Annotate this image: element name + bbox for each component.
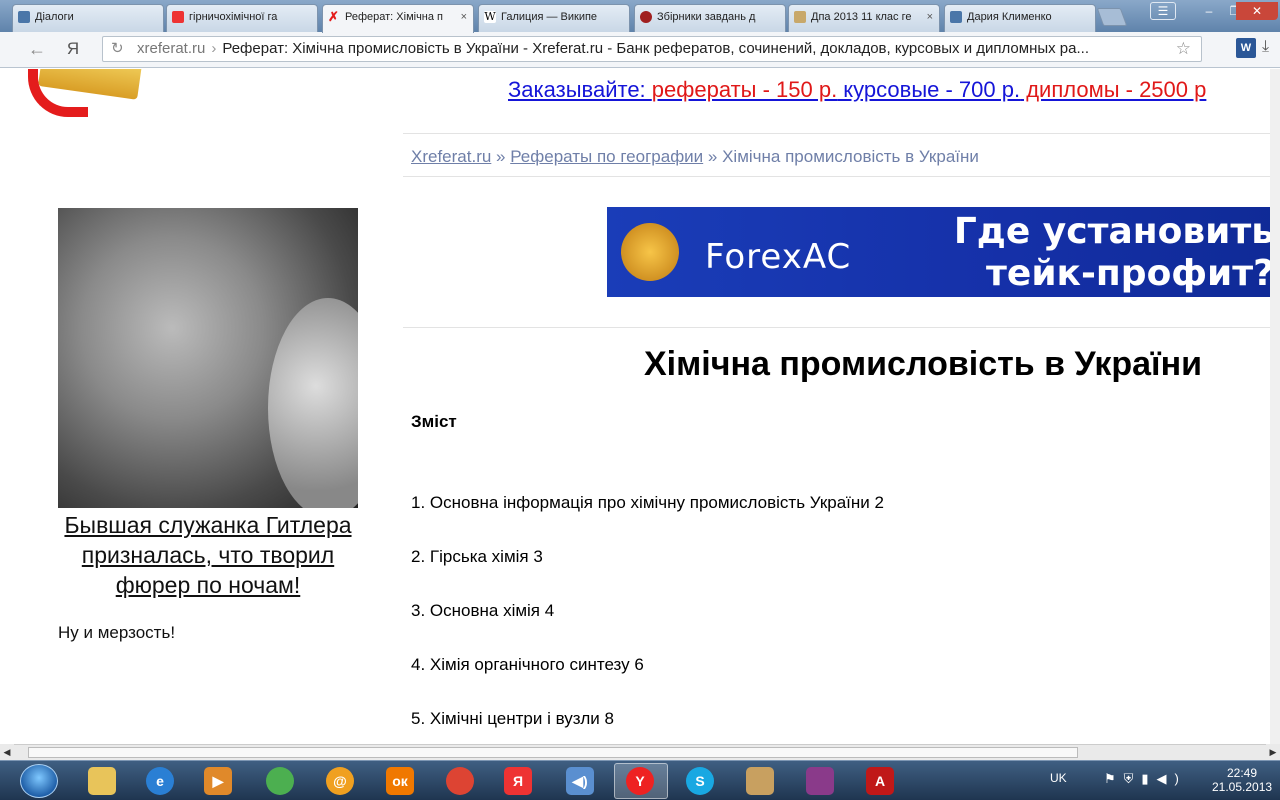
toc-heading: Зміст bbox=[411, 412, 457, 431]
minimize-button[interactable]: – bbox=[1196, 2, 1222, 20]
breadcrumb-current: Хімічна промисловість в України bbox=[722, 147, 979, 166]
forex-banner-ad[interactable]: ForexAC Где установить тейк-профит? bbox=[607, 207, 1280, 297]
skype-icon[interactable]: S bbox=[686, 767, 714, 795]
close-tab-icon[interactable]: × bbox=[927, 5, 933, 29]
toc-item: 3. Основна хімія 4 bbox=[411, 601, 555, 620]
yandex-home-icon[interactable]: Я bbox=[62, 38, 84, 60]
music-app-icon[interactable] bbox=[266, 767, 294, 795]
address-title: Реферат: Хімічна промисловість в України… bbox=[222, 40, 1089, 57]
tab-dialogs[interactable]: Діалоги bbox=[12, 4, 164, 32]
yandex-icon bbox=[172, 11, 184, 23]
toc-item: 5. Хімічні центри і вузли 8 bbox=[411, 709, 614, 728]
tab-zbirnyky[interactable]: Збірники завдань д bbox=[634, 4, 786, 32]
eagle-shield-icon bbox=[621, 223, 679, 281]
winrar-icon[interactable] bbox=[806, 767, 834, 795]
acrobat-icon[interactable]: A bbox=[866, 767, 894, 795]
start-button[interactable] bbox=[20, 764, 58, 798]
internet-explorer-icon[interactable]: e bbox=[146, 767, 174, 795]
site-icon bbox=[640, 11, 652, 23]
toc-item: 4. Хімія органічного синтезу 6 bbox=[411, 655, 644, 674]
promo-diplomas: дипломы - 2500 р bbox=[1020, 77, 1207, 102]
side-ad-note[interactable]: Ну и мерзость! bbox=[58, 623, 175, 643]
banner-slogan-line2: тейк-профит? bbox=[986, 253, 1274, 294]
tab-label: Збірники завдань д bbox=[657, 11, 756, 23]
book-icon bbox=[794, 11, 806, 23]
horizontal-scrollbar[interactable] bbox=[14, 744, 1266, 760]
scroll-right-arrow-icon[interactable]: ▶ bbox=[1266, 744, 1280, 760]
play-icon bbox=[950, 11, 962, 23]
explorer-icon[interactable] bbox=[88, 767, 116, 795]
page-title: Хімічна промисловість в України bbox=[644, 345, 1203, 383]
scroll-left-arrow-icon[interactable]: ◀ bbox=[0, 744, 14, 760]
xreferat-icon: ✗ bbox=[328, 9, 339, 24]
close-window-button[interactable]: ✕ bbox=[1236, 2, 1278, 20]
divider bbox=[403, 176, 1280, 177]
tab-daria[interactable]: Дария Клименко bbox=[944, 4, 1096, 32]
tab-wikipedia[interactable]: W Галиция — Википе bbox=[478, 4, 630, 32]
side-ad-image[interactable] bbox=[58, 208, 358, 508]
toc-item: 2. Гірська хімія 3 bbox=[411, 547, 543, 566]
media-player-icon[interactable]: ▶ bbox=[204, 767, 232, 795]
tab-label: гірничохімічної га bbox=[189, 11, 278, 23]
windows-taskbar: e ▶ @ ок Я ◀) Y S A UK ⚑⛨▮◀) 22:49 21.05… bbox=[0, 760, 1280, 800]
promo-courses: курсовые - 700 р. bbox=[837, 77, 1021, 102]
promo-essays: рефераты - 150 р. bbox=[651, 77, 838, 102]
breadcrumb-sep: » bbox=[703, 147, 723, 166]
scrollbar-thumb[interactable] bbox=[28, 747, 1078, 758]
download-icon[interactable]: ⤓ bbox=[1262, 38, 1269, 56]
speakers-icon[interactable]: ◀) bbox=[566, 767, 594, 795]
tab-label: Дария Клименко bbox=[967, 11, 1052, 23]
tab-dpa[interactable]: Дпа 2013 11 клас ге × bbox=[788, 4, 940, 32]
side-ad-caption-link[interactable]: Бывшая служанка Гитлера призналась, что … bbox=[58, 510, 358, 600]
odnoklassniki-icon[interactable]: ок bbox=[386, 767, 414, 795]
divider bbox=[403, 327, 1280, 328]
paint-icon[interactable] bbox=[746, 767, 774, 795]
banner-brand: ForexAC bbox=[705, 237, 852, 277]
new-tab-button[interactable] bbox=[1096, 8, 1128, 26]
address-separator: › bbox=[211, 40, 217, 57]
tab-strip: Діалоги гірничохімічної га ✗ Реферат: Хі… bbox=[0, 0, 1280, 33]
divider bbox=[403, 133, 1280, 134]
breadcrumb-home-link[interactable]: Xreferat.ru bbox=[411, 147, 491, 166]
order-promo-link[interactable]: Заказывайте: рефераты - 150 р. курсовые … bbox=[508, 77, 1206, 103]
clock[interactable]: 22:49 21.05.2013 bbox=[1212, 766, 1272, 794]
promo-prefix: Заказывайте: bbox=[508, 77, 652, 102]
vk-icon bbox=[18, 11, 30, 23]
tab-label: Реферат: Хімічна п bbox=[345, 11, 444, 23]
address-host: xreferat.ru bbox=[137, 40, 206, 57]
clock-time: 22:49 bbox=[1226, 766, 1258, 780]
language-indicator[interactable]: UK bbox=[1050, 771, 1067, 785]
chrome-icon[interactable] bbox=[446, 767, 474, 795]
back-arrow-icon[interactable]: ← bbox=[26, 38, 48, 60]
tab-search-query[interactable]: гірничохімічної га bbox=[166, 4, 318, 32]
system-tray-icons[interactable]: ⚑⛨▮◀) bbox=[1104, 771, 1187, 787]
breadcrumb-section-link[interactable]: Рефераты по географии bbox=[510, 147, 703, 166]
profile-menu-icon[interactable]: ☰ bbox=[1150, 2, 1176, 20]
tab-label: Галиция — Википе bbox=[501, 11, 598, 23]
word-extension-icon[interactable]: W bbox=[1236, 38, 1256, 58]
tab-label: Діалоги bbox=[35, 11, 74, 23]
address-bar[interactable]: ↻ xreferat.ru › Реферат: Хімічна промислов… bbox=[102, 36, 1202, 62]
reload-icon[interactable]: ↻ bbox=[111, 37, 124, 61]
toc-item: 1. Основна інформація про хімічну промис… bbox=[411, 493, 884, 512]
vertical-scrollbar[interactable] bbox=[1270, 69, 1280, 744]
clock-date: 21.05.2013 bbox=[1212, 780, 1273, 794]
breadcrumb: Xreferat.ru » Рефераты по географии » Хі… bbox=[411, 147, 979, 167]
site-logo-mark[interactable] bbox=[28, 69, 88, 117]
mail-agent-icon[interactable]: @ bbox=[326, 767, 354, 795]
tab-xreferat[interactable]: ✗ Реферат: Хімічна п × bbox=[322, 4, 474, 33]
yandex-browser-icon[interactable]: Y bbox=[626, 767, 654, 795]
banner-slogan-line1: Где установить bbox=[953, 211, 1274, 252]
bookmark-star-icon[interactable]: ☆ bbox=[1176, 37, 1191, 61]
breadcrumb-sep: » bbox=[491, 147, 511, 166]
browser-toolbar: ← Я ↻ xreferat.ru › Реферат: Хімічна проми… bbox=[0, 32, 1280, 68]
tab-label: Дпа 2013 11 клас ге bbox=[811, 11, 912, 23]
wikipedia-icon: W bbox=[484, 10, 496, 23]
page-viewport: Заказывайте: рефераты - 150 р. курсовые … bbox=[0, 69, 1280, 744]
ad-image-detail bbox=[268, 298, 358, 508]
banner-slogan: Где установить тейк-профит? bbox=[954, 211, 1274, 295]
yandex-icon[interactable]: Я bbox=[504, 767, 532, 795]
table-of-contents: 1. Основна інформація про хімічну промис… bbox=[411, 492, 884, 744]
close-tab-icon[interactable]: × bbox=[461, 5, 467, 29]
